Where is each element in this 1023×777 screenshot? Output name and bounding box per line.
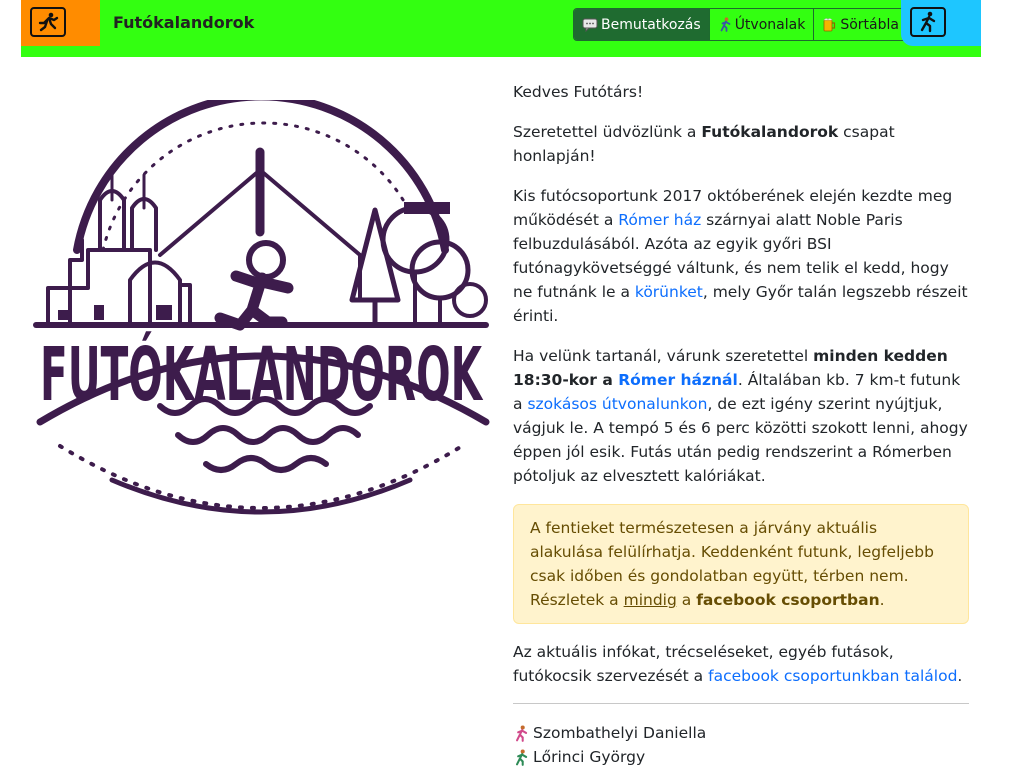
- welcome-text: Szeretettel üdvözlünk a: [513, 123, 702, 141]
- welcome-brand: Futókalandorok: [701, 123, 839, 141]
- member-item: Szombathelyi Daniella: [513, 721, 969, 745]
- menu-runner-button[interactable]: [910, 7, 946, 37]
- greeting: Kedves Futótárs!: [513, 83, 644, 101]
- nav-right-panel: [901, 0, 981, 46]
- covid-alert: A fentieket természetesen a járvány aktu…: [513, 504, 969, 624]
- main-nav: Bemutatkozás Útvonalak Sörtábla: [573, 8, 908, 41]
- brand-title[interactable]: Futókalandorok: [113, 13, 254, 32]
- tab-utvonalak[interactable]: Útvonalak: [708, 9, 814, 40]
- main-content: Kedves Futótárs! Szeretettel üdvözlünk a…: [513, 80, 969, 769]
- alert-text-3: .: [879, 591, 885, 609]
- nav-left-panel: [21, 0, 100, 46]
- beer-mug-icon: [823, 18, 836, 32]
- runner-icon: [720, 17, 731, 32]
- member-name: Szombathelyi Daniella: [533, 724, 707, 742]
- korunket-link[interactable]: körünket: [635, 283, 703, 301]
- info-text-2: .: [957, 667, 963, 685]
- navbar: Futókalandorok Bemutatkozás Útvonalak Sö…: [21, 0, 981, 57]
- home-runner-button[interactable]: [30, 7, 66, 37]
- romer-haz-link[interactable]: Rómer ház: [618, 211, 701, 229]
- history-paragraph: Kis futócsoportunk 2017 októberének elej…: [513, 184, 969, 328]
- info-paragraph: Az aktuális infókat, trécseléseket, egyé…: [513, 640, 969, 688]
- runner-icon: [38, 12, 59, 32]
- tab-bemutatkozas-label: Bemutatkozás: [601, 16, 701, 33]
- schedule-paragraph: Ha velünk tartanál, várunk szeretettel m…: [513, 344, 969, 488]
- futokalandorok-logo: FUTÓKALANDOROK: [33, 100, 490, 515]
- logo-text: FUTÓKALANDOROK: [40, 330, 483, 418]
- divider: [513, 703, 969, 704]
- szokasos-utvonal-link[interactable]: szokásos útvonalunkon: [527, 395, 707, 413]
- tab-bemutatkozas[interactable]: Bemutatkozás: [574, 9, 709, 40]
- tab-sortabla[interactable]: Sörtábla: [813, 9, 907, 40]
- schedule-text-1: Ha velünk tartanál, várunk szeretettel: [513, 347, 814, 365]
- mindig-link[interactable]: mindig: [624, 591, 677, 609]
- runner-icon: [920, 11, 936, 33]
- alert-text-2: a: [676, 591, 697, 609]
- alert-facebook-group: facebook csoportban: [696, 591, 880, 609]
- tab-sortabla-label: Sörtábla: [840, 16, 899, 33]
- tab-utvonalak-label: Útvonalak: [734, 16, 806, 33]
- member-item: Lőrinci György: [513, 745, 969, 769]
- facebook-group-link[interactable]: facebook csoportunkban találod: [708, 667, 957, 685]
- speech-bubble-icon: [582, 18, 598, 32]
- romer-haznal-link[interactable]: Rómer háznál: [618, 371, 738, 389]
- member-name: Lőrinci György: [533, 748, 646, 766]
- runner-icon: [516, 748, 528, 766]
- welcome-paragraph: Szeretettel üdvözlünk a Futókalandorok c…: [513, 120, 969, 168]
- runner-icon: [516, 724, 528, 742]
